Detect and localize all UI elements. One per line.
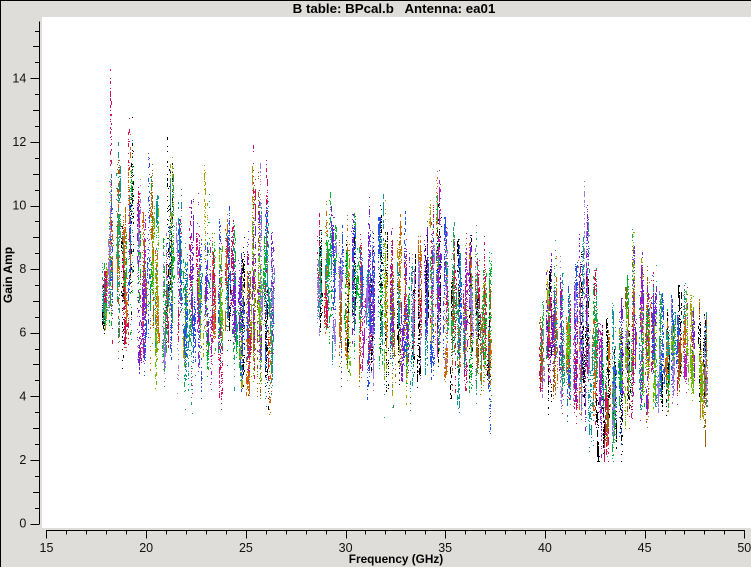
svg-text:4: 4 (19, 389, 26, 403)
svg-text:6: 6 (19, 326, 26, 340)
svg-text:2: 2 (19, 453, 26, 467)
svg-text:10: 10 (12, 199, 26, 213)
svg-text:8: 8 (19, 262, 26, 276)
svg-text:12: 12 (12, 135, 26, 149)
svg-text:0: 0 (19, 517, 26, 531)
svg-text:14: 14 (12, 71, 26, 85)
